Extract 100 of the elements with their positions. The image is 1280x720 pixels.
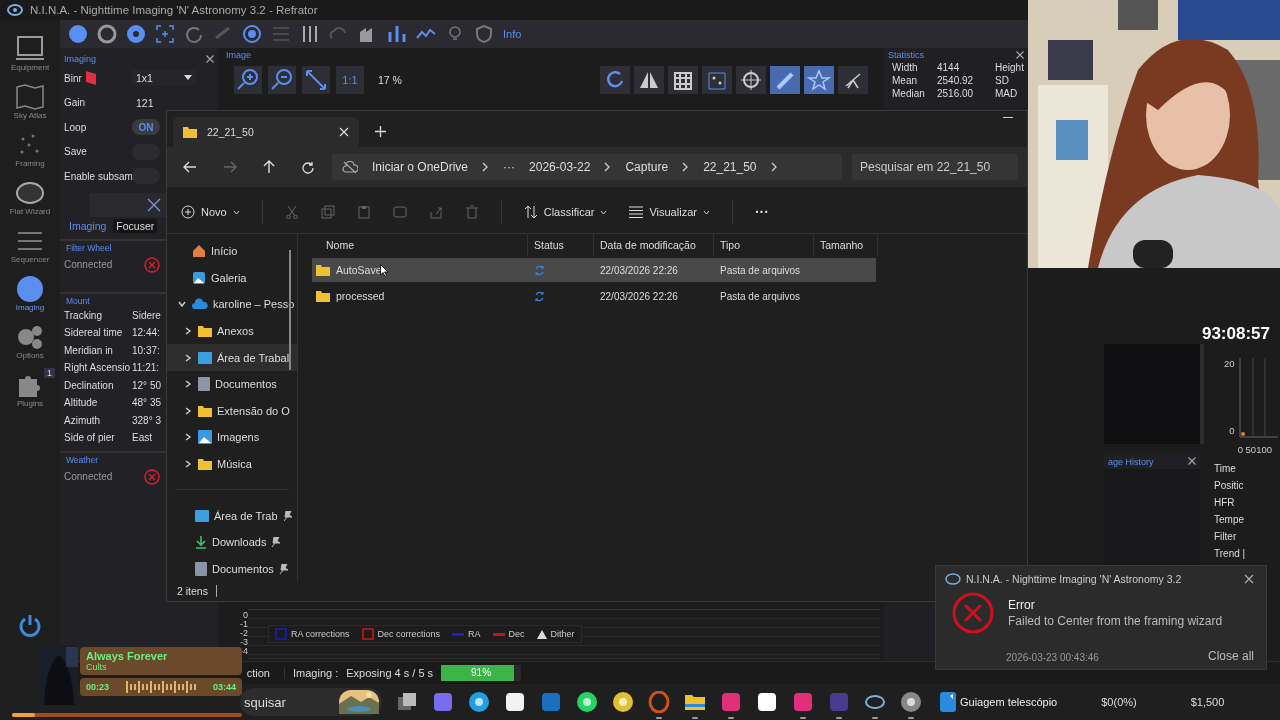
nav-item[interactable]: Plugins 1 (1, 366, 59, 412)
panel-tab[interactable]: Imaging (66, 218, 110, 233)
column-header[interactable]: Tamanho (814, 234, 878, 256)
crosshair-tool-button[interactable] (736, 66, 766, 94)
sidebar-item[interactable]: Área de Trabal (167, 344, 297, 371)
explorer-tab[interactable]: 22_21_50 (173, 117, 359, 147)
breadcrumb-item[interactable]: 2026-03-22 (529, 160, 591, 174)
up-arrow-icon[interactable] (263, 160, 275, 174)
rotate-icon[interactable] (184, 24, 204, 44)
notification-app-name: N.I.N.A. - Nighttime Imaging 'N' Astronomy 3.2 (966, 573, 1182, 585)
new-tab-icon[interactable] (375, 126, 386, 137)
info-link[interactable]: Info (503, 28, 522, 40)
sidebar-item[interactable]: Documentos (167, 370, 297, 398)
filterwheel-icon[interactable] (126, 24, 146, 44)
sort-icon (523, 205, 538, 219)
view-button[interactable]: Visualizar (629, 206, 710, 218)
grid-tool-button[interactable] (668, 66, 698, 94)
paste-icon[interactable] (356, 205, 371, 219)
close-icon[interactable] (147, 197, 161, 212)
nav-item[interactable]: Equipment (1, 30, 59, 76)
sidebar-item[interactable]: Música (167, 450, 297, 478)
sidebar-item[interactable]: Anexos (167, 317, 297, 345)
breadcrumb-item[interactable]: 22_21_50 (703, 160, 757, 174)
sliders-icon[interactable] (300, 24, 320, 44)
new-button[interactable]: Novo (181, 205, 240, 219)
search-field[interactable]: squisar (240, 688, 382, 716)
sidebar-item[interactable]: Imagens (167, 424, 297, 451)
back-arrow-icon[interactable] (183, 161, 197, 173)
axis-tick-label: 0 (243, 611, 248, 620)
chevron-right-icon[interactable] (183, 405, 193, 416)
target-icon[interactable] (242, 24, 262, 44)
shield-icon[interactable] (474, 24, 494, 44)
sidebar-item[interactable]: Início (167, 238, 297, 265)
sidebar-item[interactable]: Documentos (167, 555, 297, 583)
nav-item[interactable]: Options (1, 318, 59, 364)
flip-tool-button[interactable] (634, 66, 664, 94)
nav-item[interactable]: Sky Atlas (1, 78, 59, 124)
actual-size-button[interactable]: 1:1 (336, 66, 364, 94)
breadcrumb-item[interactable]: Iniciar o OneDrive (372, 160, 469, 174)
sort-button[interactable]: Classificar (523, 205, 608, 219)
chevron-right-icon[interactable] (770, 162, 778, 172)
chevron-right-icon[interactable] (682, 162, 690, 172)
refresh-icon[interactable] (301, 160, 314, 174)
close-icon[interactable] (1188, 457, 1196, 465)
detail-label: Filter (1214, 531, 1238, 542)
image-icon (198, 430, 212, 445)
house-icon (192, 244, 206, 259)
star-tool-button[interactable] (804, 66, 834, 94)
nav-item[interactable]: Sequencer (1, 222, 59, 268)
chevron-right-icon[interactable] (183, 432, 193, 443)
chevron-right-icon[interactable] (183, 459, 193, 470)
address-bar[interactable]: Iniciar o OneDrive ··· 2026-03-22 Capture 22_21_50 (332, 154, 842, 180)
bars-icon[interactable] (387, 24, 407, 44)
close-all-button[interactable]: Close all (1207, 649, 1254, 663)
taskbar-widget[interactable]: Guiagem telescópio (940, 692, 1058, 712)
fit-button[interactable] (302, 66, 330, 94)
zoom-out-button[interactable] (268, 66, 296, 94)
mount-value: 12° 50 (132, 379, 162, 391)
file-row[interactable]: AutoSave 22/03/2026 22:26 Pasta de arquivos (312, 258, 876, 282)
focus-icon[interactable] (155, 24, 175, 44)
more-button[interactable]: ··· (754, 204, 769, 220)
file-row[interactable]: processed 22/03/2026 22:26 Pasta de arquivos (312, 284, 876, 308)
search-field[interactable]: Pesquisar em 22_21_50 (852, 154, 1018, 180)
column-header[interactable]: Nome (312, 234, 528, 256)
sidebar-item[interactable]: Galeria (167, 264, 297, 292)
forward-arrow-icon[interactable] (223, 161, 237, 173)
cut-icon[interactable] (284, 205, 299, 219)
telescope-tool-button[interactable] (838, 66, 868, 94)
close-icon[interactable] (1016, 51, 1024, 59)
close-icon[interactable] (206, 55, 214, 63)
column-header[interactable]: Data de modificação (594, 234, 714, 256)
running-indicator (656, 717, 662, 719)
chevron-right-icon[interactable] (183, 352, 193, 363)
column-header[interactable]: Tipo (714, 234, 814, 256)
zoom-in-button[interactable] (234, 66, 262, 94)
close-icon[interactable] (1244, 574, 1254, 584)
nav-item[interactable]: Imaging (1, 270, 59, 316)
breadcrumb-item[interactable]: Capture (625, 160, 669, 174)
gain-field[interactable]: 121 (132, 94, 196, 111)
circle-icon[interactable] (68, 24, 88, 44)
column-header[interactable]: Status (528, 234, 594, 256)
rotate-tool-button[interactable] (600, 66, 630, 94)
power-icon[interactable] (17, 613, 43, 639)
sidebar-item[interactable]: Downloads (167, 528, 297, 556)
toggle-switch[interactable]: ON (132, 119, 160, 136)
nav-item[interactable]: Flat Wizard (1, 174, 59, 220)
chevron-right-icon[interactable] (604, 162, 612, 172)
panel-tab[interactable]: Focuser (113, 218, 158, 233)
mount-label: Altitude (64, 397, 99, 409)
stars-tool-button[interactable] (702, 66, 732, 94)
chevron-right-icon[interactable] (482, 162, 490, 172)
aperture-icon[interactable] (97, 24, 117, 44)
chevron-right-icon[interactable] (183, 379, 193, 390)
minimize-icon[interactable] (1003, 117, 1013, 119)
breadcrumb-item[interactable]: ··· (503, 160, 516, 174)
sidebar-item[interactable]: Extensão do O (167, 397, 297, 425)
binning-dropdown[interactable]: 1x1 (132, 70, 196, 87)
chevron-right-icon[interactable] (183, 326, 193, 337)
sidebar-item[interactable]: Área de Trab (167, 502, 297, 529)
nav-item[interactable]: Framing (1, 126, 59, 172)
